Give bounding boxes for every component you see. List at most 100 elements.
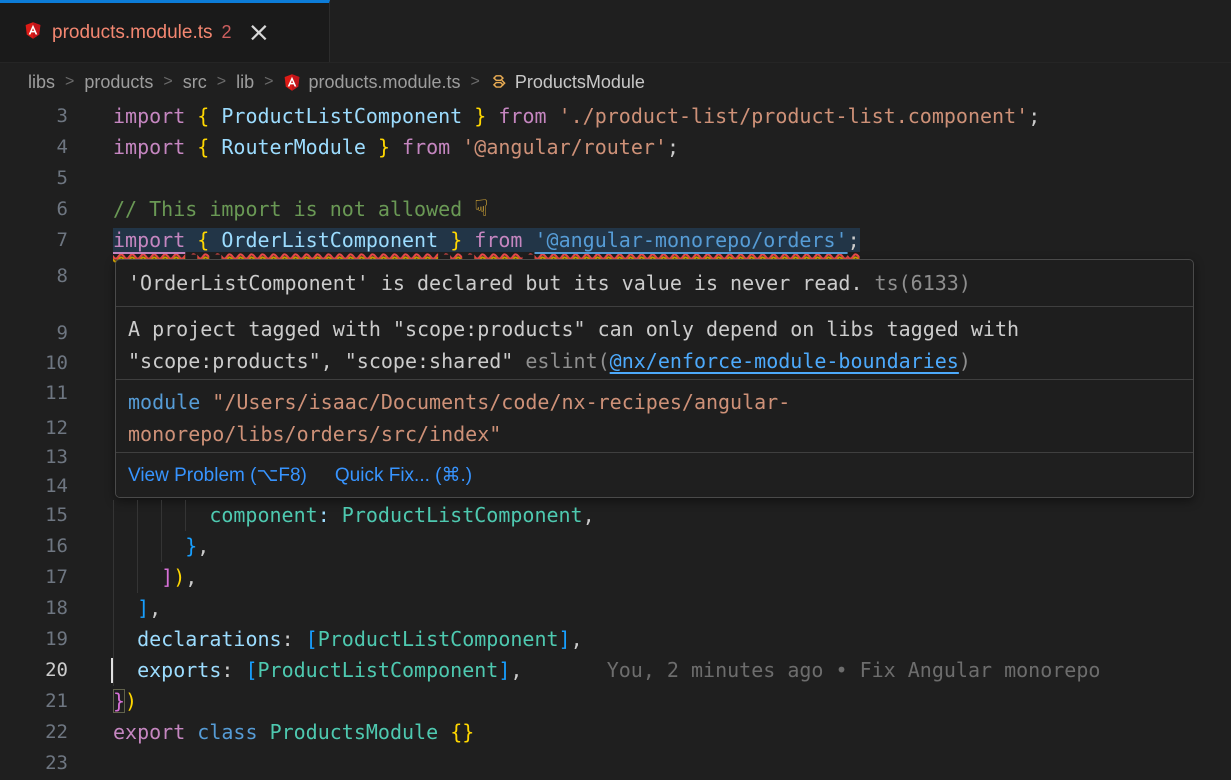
line-number: 22 [0, 717, 68, 748]
line-number: 16 [0, 531, 68, 562]
code-editor: 3 import { ProductListComponent } from '.… [0, 101, 1231, 779]
code-text: export class ProductsModule {} [113, 717, 474, 748]
line-number: 17 [0, 562, 68, 593]
tab-bar: products.module.ts 2 × [0, 0, 1231, 63]
line-number: 12 [0, 418, 68, 438]
breadcrumb-label: products [84, 72, 153, 93]
breadcrumb-item-products[interactable]: products [84, 72, 153, 93]
line-number: 3 [0, 101, 68, 132]
code-line-16[interactable]: 16}, [0, 531, 1231, 562]
code-text: }) [113, 686, 137, 717]
breadcrumb-item-libs[interactable]: libs [28, 72, 55, 93]
text-cursor [111, 658, 113, 683]
code-line-17[interactable]: 17]), [0, 562, 1231, 593]
hover-text-row: "scope:products", "scope:shared" eslint(… [128, 345, 1193, 377]
indent-guides [113, 531, 185, 562]
breadcrumb-label: ProductsModule [515, 72, 645, 93]
line-number: 23 [0, 748, 68, 779]
line-number: 13 [0, 447, 68, 467]
breadcrumb-label: products.module.ts [308, 72, 460, 93]
code-text: // This import is not allowed ☟ [113, 194, 488, 225]
code-line-7[interactable]: 7 import { OrderListComponent } from '@an… [0, 225, 1231, 256]
code-line-6[interactable]: 6 // This import is not allowed ☟ [0, 194, 1231, 225]
hover-section-2: A project tagged with "scope:products" c… [116, 306, 1193, 379]
module-symbol-icon [490, 73, 508, 91]
hover-popup: 'OrderListComponent' is declared but its… [115, 259, 1194, 498]
code-line-23[interactable]: 23 [0, 748, 1231, 779]
close-icon[interactable]: × [248, 23, 271, 43]
breadcrumb: libs > products > src > lib > products.module.ts… [0, 63, 1231, 101]
line-number: 15 [0, 500, 68, 531]
code-line-5[interactable]: 5 [0, 163, 1231, 194]
hover-text-row: A project tagged with "scope:products" c… [128, 313, 1193, 345]
code-line-19[interactable]: 19 declarations: [ProductListComponent], [0, 624, 1231, 655]
line-number: 7 [0, 225, 68, 256]
line-number: 5 [0, 163, 68, 194]
hover-text-row: module "/Users/isaac/Documents/code/nx-r… [128, 386, 1193, 418]
code-text: exports: [ProductListComponent], You, 2 … [113, 655, 1100, 686]
eslint-rule-link[interactable]: @nx/enforce-module-boundaries [610, 349, 959, 373]
view-problem-action[interactable]: View Problem (⌥F8) [128, 464, 307, 487]
hover-section-1: 'OrderListComponent' is declared but its… [116, 260, 1193, 306]
line-number: 6 [0, 194, 68, 225]
line-number: 20 [0, 655, 68, 686]
line-number: 18 [0, 593, 68, 624]
error-squiggle: import { OrderListComponent } from '@ang… [113, 228, 860, 252]
line-number: 10 [0, 353, 68, 373]
breadcrumb-item-products-module-ts[interactable]: products.module.ts [283, 72, 460, 93]
code-text: import { OrderListComponent } from '@ang… [113, 225, 860, 256]
breadcrumb-item-productsmodule[interactable]: ProductsModule [490, 72, 645, 93]
breadcrumb-separator: > [65, 73, 74, 91]
code-text: declarations: [ProductListComponent], [113, 624, 583, 655]
indent-guides [113, 655, 137, 686]
code-line-22[interactable]: 22 export class ProductsModule {} [0, 717, 1231, 748]
git-blame-annotation: You, 2 minutes ago • Fix Angular monorep… [522, 658, 1100, 682]
code-line-18[interactable]: 18], [0, 593, 1231, 624]
tab-title: products.module.ts [52, 22, 213, 44]
code-line-15[interactable]: 15 component: ProductListComponent, [0, 500, 1231, 531]
hover-status-bar: View Problem (⌥F8) Quick Fix... (⌘.) [116, 452, 1193, 498]
line-number: 4 [0, 132, 68, 163]
quick-fix-action[interactable]: Quick Fix... (⌘.) [335, 464, 472, 487]
breadcrumb-item-src[interactable]: src [183, 72, 207, 93]
code-text: import { ProductListComponent } from './… [113, 101, 1040, 132]
code-line-21[interactable]: 21}) [0, 686, 1231, 717]
code-text: component: ProductListComponent, [113, 500, 595, 531]
breadcrumb-label: libs [28, 72, 55, 93]
breadcrumb-label: src [183, 72, 207, 93]
angular-icon [283, 73, 301, 92]
code-line-4[interactable]: 4 import { RouterModule } from '@angular/… [0, 132, 1231, 163]
module-link[interactable]: '@angular-monorepo/orders' [535, 228, 848, 252]
indent-guides [113, 500, 209, 531]
code-text: import { RouterModule } from '@angular/r… [113, 132, 679, 163]
line-number: 8 [0, 266, 68, 286]
breadcrumb-separator: > [471, 73, 480, 91]
breadcrumb-separator: > [217, 73, 226, 91]
breadcrumb-separator: > [163, 73, 172, 91]
code-text: ]), [113, 562, 197, 593]
tab-problem-count: 2 [222, 22, 232, 43]
line-number: 14 [0, 476, 68, 496]
hover-highlight: import { OrderListComponent } from '@ang… [113, 228, 860, 252]
indent-guides [113, 624, 137, 655]
vscode-window: products.module.ts 2 × libs > products > src… [0, 0, 1231, 780]
code-line-3[interactable]: 3 import { ProductListComponent } from '.… [0, 101, 1231, 132]
tab-products-module[interactable]: products.module.ts 2 × [0, 0, 330, 62]
line-number: 19 [0, 624, 68, 655]
line-number: 9 [0, 323, 68, 343]
indent-guides [113, 562, 161, 593]
breadcrumb-separator: > [264, 73, 273, 91]
indent-guides [113, 593, 137, 624]
line-number: 11 [0, 383, 68, 403]
code-line-20[interactable]: 20 exports: [ProductListComponent], You, … [0, 655, 1231, 686]
hover-section-3: module "/Users/isaac/Documents/code/nx-r… [116, 379, 1193, 452]
code-text: ], [113, 593, 161, 624]
line-number: 21 [0, 686, 68, 717]
breadcrumb-label: lib [236, 72, 254, 93]
hover-text-row: 'OrderListComponent' is declared but its… [128, 267, 1193, 299]
angular-icon [24, 21, 42, 44]
code-text: }, [113, 531, 209, 562]
hover-text-row: monorepo/libs/orders/src/index" [128, 418, 1193, 450]
breadcrumb-item-lib[interactable]: lib [236, 72, 254, 93]
popup-region: 8 9 10 11 12 13 14 'OrderListComponent' is decl… [0, 256, 1231, 500]
